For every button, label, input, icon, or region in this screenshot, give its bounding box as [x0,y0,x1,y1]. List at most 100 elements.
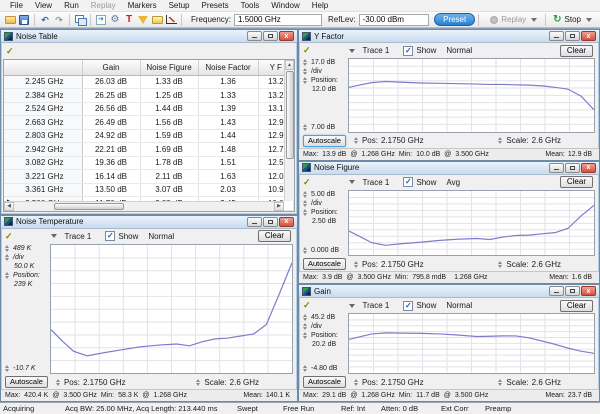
stepper-icon[interactable] [303,191,308,198]
column-header-noise-figure[interactable]: Noise Figure [140,60,198,75]
stop-dropdown-icon[interactable] [586,18,592,22]
table-row[interactable]: 3.082 GHz19.36 dB1.78 dB1.5112.5 [4,156,294,170]
clear-button[interactable]: Clear [258,230,291,242]
maximize-button[interactable] [565,286,580,296]
scale-value[interactable]: 2.6 GHz [532,260,561,269]
menu-presets[interactable]: Presets [195,1,234,10]
stepper-icon[interactable] [498,261,503,268]
preset-button[interactable]: Preset [434,13,475,26]
scale-value[interactable]: 2.6 GHz [230,378,259,387]
horizontal-scroll-thumb[interactable] [54,203,124,210]
table-row[interactable]: 3.221 GHz16.14 dB2.11 dB1.6312.0 [4,170,294,184]
per-div-label[interactable]: /div [311,68,322,75]
trace-dropdown-icon[interactable] [349,180,355,184]
text-marker-icon[interactable]: T [123,14,135,25]
show-checkbox[interactable]: ✓ [403,301,413,311]
replay-button[interactable]: Replay [490,15,526,24]
close-button[interactable]: x [581,163,596,173]
trace-label[interactable]: Trace 1 [363,178,390,187]
pos-value[interactable]: 2.1750 GHz [83,378,126,387]
vertical-scroll-thumb[interactable] [286,71,294,159]
column-header-gain[interactable]: Gain [82,60,140,75]
reflev-input[interactable] [359,14,429,26]
menu-markers[interactable]: Markers [122,1,163,10]
redo-icon[interactable]: ↷ [53,14,65,25]
window-titlebar[interactable]: Noise Table x [1,30,297,43]
stepper-icon[interactable] [498,379,503,386]
trace-dropdown-icon[interactable] [51,234,57,238]
frequency-input[interactable] [234,14,322,26]
table-row[interactable]: 2.524 GHz26.56 dB1.44 dB1.3913.1 [4,102,294,116]
trace-mode-label[interactable]: Normal [446,46,472,55]
stepper-icon[interactable] [56,379,61,386]
clear-button[interactable]: Clear [560,176,593,188]
maximize-button[interactable] [565,163,580,173]
show-checkbox[interactable]: ✓ [403,46,413,56]
column-header-frequency[interactable] [4,60,82,75]
stepper-icon[interactable] [303,332,308,339]
window-layout-icon[interactable] [74,14,86,25]
autoscale-button[interactable]: Autoscale [303,376,346,388]
vertical-scrollbar[interactable]: ▲ [284,60,294,201]
scale-top-value[interactable]: 489 K [13,245,31,252]
trace-mode-label[interactable]: Avg [446,178,460,187]
scale-bottom-value[interactable]: 7.00 dB [311,124,335,131]
scale-bottom-value[interactable]: -4.80 dB [311,365,337,372]
table-row[interactable]: 2.942 GHz22.21 dB1.69 dB1.4812.7 [4,143,294,157]
maximize-button[interactable] [263,31,278,41]
autoscale-button[interactable]: Autoscale [5,376,48,388]
maximize-button[interactable] [263,217,278,227]
menu-file[interactable]: File [4,1,29,10]
trace-plot[interactable] [348,58,595,133]
position-value[interactable]: 20.2 dB [312,341,336,348]
stepper-icon[interactable] [196,379,201,386]
per-div-label[interactable]: /div [311,200,322,207]
table-row[interactable]: 2.384 GHz26.25 dB1.25 dB1.3313.2 [4,89,294,103]
stop-button[interactable]: ↻Stop [553,14,581,25]
stepper-icon[interactable] [354,261,359,268]
minimize-button[interactable] [549,31,564,41]
stepper-icon[interactable] [5,254,10,261]
trace-label[interactable]: Trace 1 [65,232,92,241]
per-div-value[interactable]: 50.0 K [14,263,34,270]
trace-dropdown-icon[interactable] [349,304,355,308]
stepper-icon[interactable] [303,247,308,254]
window-titlebar[interactable]: Noise Temperature x [1,216,297,229]
window-titlebar[interactable]: Gain x [299,285,599,298]
stepper-icon[interactable] [5,365,10,372]
stepper-icon[interactable] [303,68,308,75]
trace-mode-label[interactable]: Normal [148,232,174,241]
trace-plot[interactable] [348,313,595,374]
replay-dropdown-icon[interactable] [531,18,537,22]
trace-plot[interactable] [348,190,595,257]
undo-icon[interactable]: ↶ [39,14,51,25]
scale-bottom-value[interactable]: -10.7 K [13,365,36,372]
show-checkbox[interactable]: ✓ [403,177,413,187]
table-row[interactable]: 3.361 GHz13.50 dB3.07 dB2.0310.9 [4,183,294,197]
stepper-icon[interactable] [303,77,308,84]
chart-icon[interactable] [165,14,177,25]
minimize-button[interactable] [549,286,564,296]
position-value[interactable]: 2.50 dB [312,218,336,225]
stepper-icon[interactable] [303,209,308,216]
stepper-icon[interactable] [5,245,10,252]
antenna-icon[interactable] [137,14,149,25]
close-button[interactable]: x [279,31,294,41]
minimize-button[interactable] [549,163,564,173]
trace-label[interactable]: Trace 1 [363,301,390,310]
trace-label[interactable]: Trace 1 [363,46,390,55]
table-row[interactable]: 2.245 GHz26.03 dB1.33 dB1.3613.2 [4,75,294,89]
stepper-icon[interactable] [303,124,308,131]
export-icon[interactable] [95,14,107,25]
close-button[interactable]: x [279,217,294,227]
menu-tools[interactable]: Tools [235,1,266,10]
minimize-button[interactable] [247,217,262,227]
close-button[interactable]: x [581,31,596,41]
trace-plot[interactable] [50,244,293,375]
per-div-label[interactable]: /div [13,254,24,261]
column-header-noise-factor[interactable]: Noise Factor [198,60,258,75]
stepper-icon[interactable] [303,200,308,207]
menu-window[interactable]: Window [265,1,305,10]
scroll-up-icon[interactable]: ▲ [285,60,294,70]
scale-top-value[interactable]: 45.2 dB [311,314,335,321]
